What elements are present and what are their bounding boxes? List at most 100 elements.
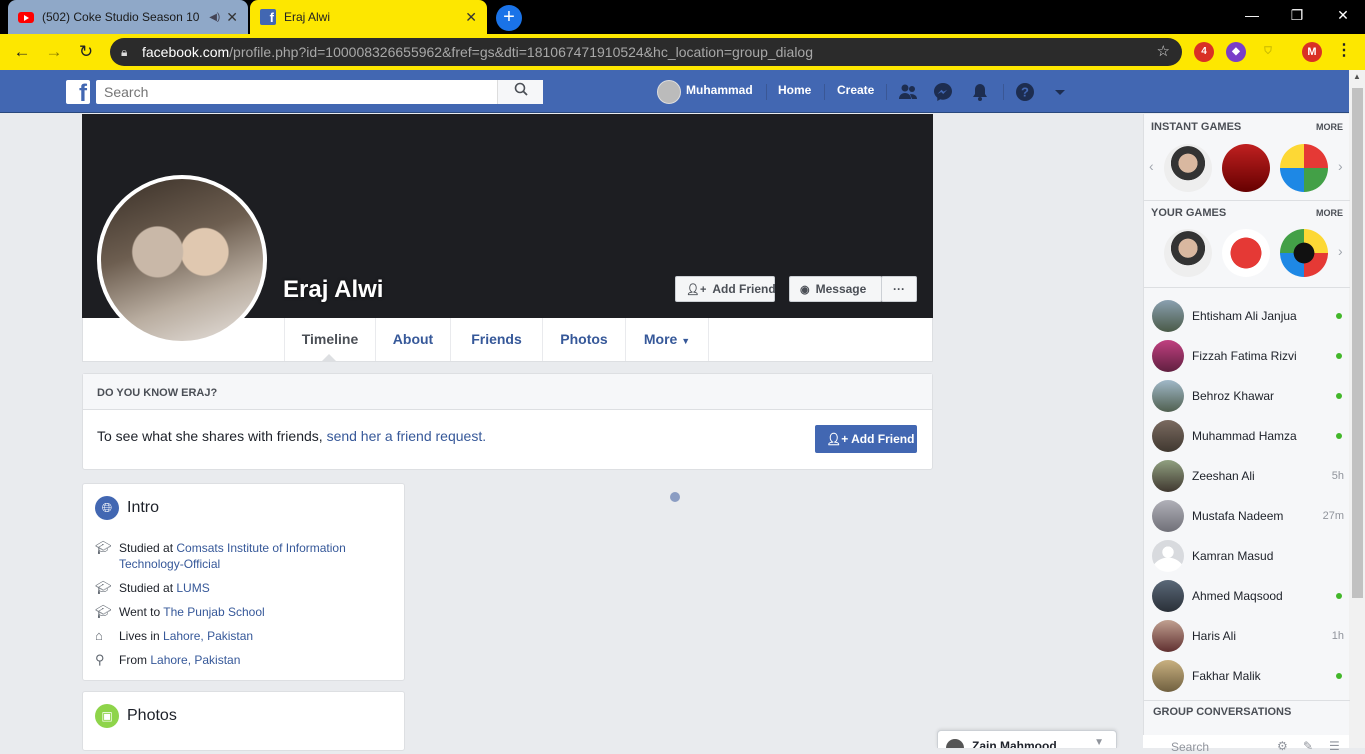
- add-friend-button[interactable]: 👤︎+ Add Friend: [675, 276, 776, 302]
- chat-contact[interactable]: Behroz Khawar: [1152, 380, 1344, 412]
- new-group-icon[interactable]: ☰: [1329, 739, 1340, 753]
- extension-icon[interactable]: 4: [1194, 42, 1214, 62]
- profile-avatar[interactable]: M: [1302, 42, 1322, 62]
- instant-games-more-link[interactable]: MORE: [1316, 122, 1343, 132]
- restore-icon[interactable]: ❐: [1274, 0, 1320, 30]
- gear-icon[interactable]: ⚙: [1277, 739, 1288, 753]
- notifications-bell-icon[interactable]: [970, 82, 990, 102]
- scroll-up-arrow-icon[interactable]: ▲: [1349, 72, 1365, 81]
- more-options-button[interactable]: ···: [881, 276, 917, 302]
- minimize-icon[interactable]: —: [1229, 0, 1275, 30]
- nav-divider: [824, 84, 825, 100]
- avatar: [1152, 660, 1184, 692]
- extension-icon[interactable]: ◆: [1226, 42, 1246, 62]
- message-button[interactable]: ◉ Message: [789, 276, 882, 302]
- friend-request-prompt: To see what she shares with friends, sen…: [97, 428, 486, 444]
- new-tab-button[interactable]: +: [496, 5, 522, 31]
- back-arrow-icon[interactable]: ←: [10, 40, 34, 64]
- help-icon[interactable]: ?: [1015, 82, 1035, 102]
- forward-arrow-icon[interactable]: →: [42, 40, 66, 64]
- tab-photos[interactable]: Photos: [543, 318, 626, 361]
- contact-name: Mustafa Nadeem: [1192, 509, 1284, 523]
- card-heading: DO YOU KNOW ERAJ?: [83, 374, 932, 410]
- profile-name[interactable]: Eraj Alwi: [283, 276, 383, 304]
- facebook-logo-icon[interactable]: f: [66, 80, 90, 104]
- tab-about[interactable]: About: [376, 318, 451, 361]
- avatar: [1152, 420, 1184, 452]
- chat-tab[interactable]: Zain Mahmood ▼: [937, 730, 1117, 748]
- add-friend-label: Add Friend: [712, 282, 776, 296]
- tab-more-label: More: [643, 331, 678, 347]
- speaker-icon[interactable]: ◀): [209, 12, 220, 23]
- nav-create-link[interactable]: Create: [837, 83, 874, 97]
- intro-row-lives-in: ⌂ Lives in Lahore, Pakistan: [95, 628, 389, 644]
- city-link[interactable]: Lahore, Pakistan: [163, 629, 253, 643]
- photos-heading[interactable]: ▣ Photos: [95, 704, 177, 728]
- game-thumbnail[interactable]: [1164, 144, 1212, 192]
- school-link[interactable]: The Punjab School: [163, 605, 264, 619]
- browser-tab-youtube[interactable]: (502) Coke Studio Season 10 ◀) ✕: [8, 0, 248, 34]
- chat-contact[interactable]: Fizzah Fatima Rizvi: [1152, 340, 1344, 372]
- chat-contact[interactable]: Haris Ali 1h: [1152, 620, 1344, 652]
- url-host: facebook.com: [142, 44, 230, 60]
- search-icon[interactable]: [497, 80, 543, 104]
- new-message-icon[interactable]: ✎: [1303, 739, 1313, 753]
- close-tab-icon[interactable]: ✕: [226, 9, 238, 26]
- profile-picture[interactable]: [97, 175, 267, 345]
- search-input[interactable]: [96, 80, 496, 104]
- reload-icon[interactable]: ↻: [74, 40, 98, 64]
- tab-more[interactable]: More ▼: [626, 318, 709, 361]
- friend-request-link[interactable]: send her a friend request.: [327, 428, 487, 444]
- lock-icon: 🔒︎: [121, 45, 128, 59]
- contact-name: Haris Ali: [1192, 629, 1237, 643]
- browser-toolbar: ← → ↻ 🔒︎ facebook.com/profile.php?id=100…: [0, 34, 1365, 70]
- school-link[interactable]: LUMS: [176, 581, 209, 595]
- game-thumbnail[interactable]: [1222, 229, 1270, 277]
- graduation-cap-icon: 🎓︎: [95, 540, 112, 555]
- browser-menu-icon[interactable]: ⋮: [1336, 40, 1352, 60]
- add-friend-label: Add Friend: [851, 432, 915, 446]
- active-tab-indicator: [322, 354, 336, 361]
- game-thumbnail[interactable]: [1280, 144, 1328, 192]
- intro-prefix: Lives in: [119, 629, 164, 643]
- game-thumbnail[interactable]: [1164, 229, 1212, 277]
- chat-contact[interactable]: Zeeshan Ali 5h: [1152, 460, 1344, 492]
- bookmark-star-icon[interactable]: ☆: [1157, 38, 1170, 66]
- your-games-more-link[interactable]: MORE: [1316, 208, 1343, 218]
- account-menu-caret-icon[interactable]: [1052, 82, 1072, 102]
- chevron-right-icon[interactable]: ›: [1338, 158, 1343, 174]
- chat-contact[interactable]: Kamran Masud: [1152, 540, 1344, 572]
- chat-search-bar[interactable]: Search ⚙ ✎ ☰: [1143, 735, 1349, 754]
- game-thumbnail[interactable]: [1222, 144, 1270, 192]
- chat-contact[interactable]: Muhammad Hamza: [1152, 420, 1344, 452]
- shield-extension-icon[interactable]: ⛉: [1258, 42, 1278, 62]
- scrollbar-thumb[interactable]: [1352, 88, 1363, 598]
- last-active-time: 27m: [1322, 510, 1344, 522]
- chat-contact[interactable]: Mustafa Nadeem 27m: [1152, 500, 1344, 532]
- chat-contact[interactable]: Ahmed Maqsood: [1152, 580, 1344, 612]
- chat-contact[interactable]: Fakhar Malik: [1152, 660, 1344, 692]
- address-bar[interactable]: 🔒︎ facebook.com/profile.php?id=100008326…: [110, 38, 1182, 66]
- chat-contact[interactable]: Ehtisham Ali Janjua: [1152, 300, 1344, 332]
- close-tab-icon[interactable]: ✕: [465, 9, 477, 26]
- tab-friends[interactable]: Friends: [451, 318, 543, 361]
- friend-requests-icon[interactable]: [898, 82, 918, 102]
- graduation-cap-icon: 🎓︎: [95, 580, 112, 595]
- chevron-right-icon[interactable]: ›: [1338, 243, 1343, 259]
- online-dot-icon: [1336, 593, 1342, 599]
- tab-title: Eraj Alwi: [284, 10, 331, 24]
- browser-tab-facebook[interactable]: f Eraj Alwi ✕: [250, 0, 487, 34]
- add-friend-button-secondary[interactable]: 👤︎+ Add Friend: [815, 425, 917, 453]
- avatar[interactable]: [657, 80, 681, 104]
- city-link[interactable]: Lahore, Pakistan: [150, 653, 240, 667]
- game-thumbnail[interactable]: [1280, 229, 1328, 277]
- your-games-heading: YOUR GAMES: [1151, 207, 1227, 219]
- messenger-icon[interactable]: [933, 82, 953, 102]
- chevron-left-icon[interactable]: ‹: [1149, 158, 1154, 174]
- close-window-icon[interactable]: ✕: [1320, 0, 1365, 30]
- nav-home-link[interactable]: Home: [778, 83, 811, 97]
- chevron-down-icon[interactable]: ▼: [1094, 737, 1104, 748]
- contact-name: Ehtisham Ali Janjua: [1192, 309, 1297, 323]
- group-conversations-heading: GROUP CONVERSATIONS: [1153, 706, 1292, 718]
- nav-user-name[interactable]: Muhammad: [686, 83, 753, 97]
